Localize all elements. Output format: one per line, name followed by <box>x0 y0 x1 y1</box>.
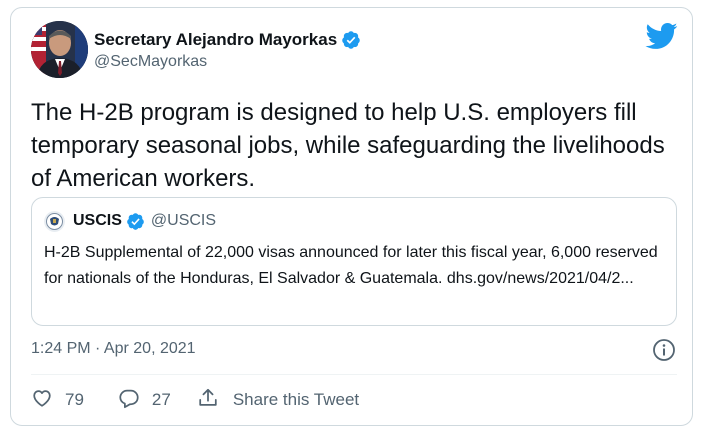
author-handle[interactable]: @SecMayorkas <box>94 53 207 71</box>
share-label: Share this Tweet <box>232 390 360 409</box>
tweet-text: The H-2B program is designed to help U.S… <box>31 99 665 192</box>
person-portrait-icon <box>31 21 88 78</box>
verified-badge-icon <box>341 30 361 50</box>
twitter-bird-icon[interactable] <box>644 22 678 50</box>
quoted-tweet-text: H-2B Supplemental of 22,000 visas announ… <box>44 244 658 287</box>
author-name[interactable]: Secretary Alejandro Mayorkas <box>94 30 337 50</box>
quoted-tweet[interactable]: USCIS @USCIS H-2B Supplemental of 22,000… <box>31 197 677 326</box>
heart-icon <box>31 387 53 414</box>
like-count: 79 <box>65 390 84 409</box>
reply-count: 27 <box>151 390 171 409</box>
tweet-timestamp[interactable]: 1:24 PM · Apr 20, 2021 <box>31 340 196 358</box>
quoted-tweet-header: USCIS @USCIS <box>44 210 216 232</box>
reply-bubble-icon <box>118 387 140 414</box>
share-upload-icon <box>197 387 219 414</box>
quoted-author-handle: @USCIS <box>150 212 217 229</box>
tweet-card: Secretary Alejandro Mayorkas @SecMayorka… <box>10 7 693 426</box>
author-name-row[interactable]: Secretary Alejandro Mayorkas <box>94 29 361 51</box>
quoted-author-name: USCIS <box>73 212 122 229</box>
quoted-verified-badge-icon <box>126 212 145 231</box>
tweet-actions: 79 27 Share this Tweet <box>31 388 359 412</box>
share-button[interactable]: Share this Tweet <box>197 387 359 414</box>
uscis-seal-icon <box>44 210 65 232</box>
reply-button[interactable]: 27 <box>118 387 197 414</box>
info-icon[interactable] <box>652 338 676 362</box>
author-avatar[interactable] <box>31 21 88 78</box>
divider <box>31 374 677 375</box>
like-button[interactable]: 79 <box>31 387 118 414</box>
